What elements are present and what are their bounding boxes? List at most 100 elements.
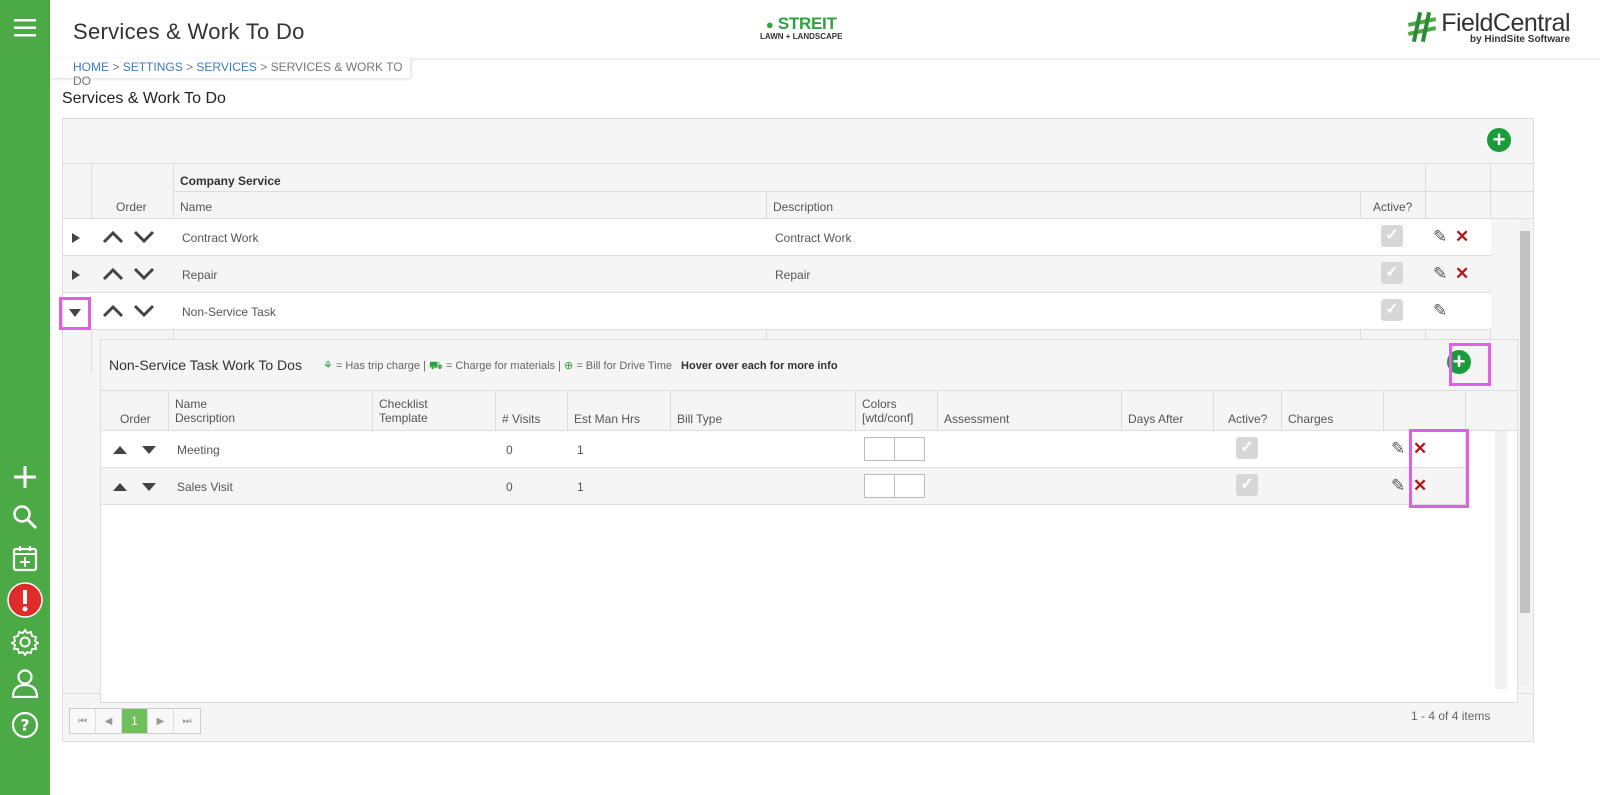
sub-col-bill-type[interactable]: Bill Type xyxy=(677,412,722,426)
hamburger-menu-icon[interactable] xyxy=(0,14,50,42)
row-description: Repair xyxy=(775,268,811,282)
user-icon[interactable] xyxy=(0,668,50,698)
col-header-order: Order xyxy=(116,200,147,214)
row-name: Meeting xyxy=(177,443,220,457)
move-down-icon[interactable] xyxy=(141,482,157,492)
pager-first-button[interactable]: ⏮ xyxy=(70,709,96,733)
sub-col-checklist[interactable]: Checklist Template xyxy=(379,397,428,425)
highlight-box xyxy=(1449,343,1491,386)
table-row[interactable]: Non-Service Task ✓ ✎ xyxy=(63,293,1491,330)
fieldcentral-logo: FieldCentral by HindSite Software xyxy=(1405,10,1570,45)
delete-x-icon[interactable]: ✕ xyxy=(1455,227,1469,247)
breadcrumb-services[interactable]: SERVICES xyxy=(196,60,256,74)
table-row[interactable]: Contract Work Contract Work ✓ ✎ ✕ xyxy=(63,219,1491,256)
row-name: Sales Visit xyxy=(177,480,233,494)
move-down-icon[interactable] xyxy=(133,267,155,281)
hover-hint: Hover over each for more info xyxy=(681,360,838,372)
breadcrumb-home[interactable]: HOME xyxy=(73,60,109,74)
subgrid-title: Non-Service Task Work To Dos xyxy=(109,357,302,373)
pager-summary: 1 - 4 of 4 items xyxy=(1411,709,1491,723)
active-checkbox: ✓ xyxy=(1381,225,1403,247)
trip-charge-icon: ⚘ xyxy=(323,360,333,372)
move-down-icon[interactable] xyxy=(133,230,155,244)
section-title: Services & Work To Do xyxy=(62,90,226,107)
row-name: Contract Work xyxy=(182,231,259,245)
edit-pencil-icon[interactable]: ✎ xyxy=(1433,301,1447,321)
active-checkbox: ✓ xyxy=(1381,262,1403,284)
color-conf-swatch[interactable] xyxy=(894,437,925,461)
sub-col-colors[interactable]: Colors [wtd/conf] xyxy=(862,397,913,425)
calendar-add-icon[interactable] xyxy=(0,543,50,573)
drive-time-icon: ⊕ xyxy=(564,360,574,372)
col-header-name[interactable]: Name xyxy=(180,200,212,214)
brand-name: FieldCentral xyxy=(1441,9,1570,37)
subgrid-scrollbar[interactable] xyxy=(1495,431,1507,689)
move-up-icon[interactable] xyxy=(102,304,124,318)
row-name: Repair xyxy=(182,268,218,282)
move-up-icon[interactable] xyxy=(112,445,128,455)
materials-icon: ⛟ xyxy=(429,360,443,372)
color-wtd-swatch[interactable] xyxy=(864,474,895,498)
add-icon[interactable] xyxy=(0,462,50,492)
help-icon[interactable]: ? xyxy=(0,710,50,740)
move-up-icon[interactable] xyxy=(102,267,124,281)
sub-col-days-after[interactable]: Days After xyxy=(1128,412,1183,426)
sub-col-est-hrs[interactable]: Est Man Hrs xyxy=(574,412,640,426)
work-to-dos-subgrid: Non-Service Task Work To Dos ⚘ = Has tri… xyxy=(100,339,1518,703)
fieldcentral-logo-icon xyxy=(1408,11,1437,43)
pager-page-1[interactable]: 1 xyxy=(122,709,148,733)
page-title: Services & Work To Do xyxy=(73,19,305,44)
edit-pencil-icon[interactable]: ✎ xyxy=(1433,227,1447,247)
legend: ⚘ = Has trip charge | ⛟ = Charge for mat… xyxy=(323,360,838,372)
highlight-box xyxy=(59,297,91,330)
pager-prev-button[interactable]: ◀ xyxy=(96,709,122,733)
row-visits: 0 xyxy=(506,480,513,494)
table-row[interactable]: Meeting 0 1 ✓ ✎ ✕ xyxy=(101,431,1465,468)
delete-x-icon[interactable]: ✕ xyxy=(1455,264,1469,284)
grid-scrollbar[interactable] xyxy=(1519,219,1531,685)
company-logo-tagline: LAWN + LANDSCAPE xyxy=(760,32,843,41)
expand-row-icon[interactable] xyxy=(72,233,80,243)
table-row[interactable]: Repair Repair ✓ ✎ ✕ xyxy=(63,256,1491,293)
sub-col-name[interactable]: Name Description xyxy=(175,397,235,425)
sub-col-active[interactable]: Active? xyxy=(1228,412,1267,426)
breadcrumb-settings[interactable]: SETTINGS xyxy=(123,60,183,74)
pager: ⏮ ◀ 1 ▶ ⏭ xyxy=(69,708,201,734)
move-down-icon[interactable] xyxy=(133,304,155,318)
group-header-company-service: Company Service xyxy=(180,174,281,188)
row-est-hrs: 1 xyxy=(577,443,584,457)
move-down-icon[interactable] xyxy=(141,445,157,455)
pager-last-button[interactable]: ⏭ xyxy=(174,709,200,733)
alert-icon[interactable] xyxy=(0,582,50,618)
sidebar: ? xyxy=(0,0,50,795)
svg-text:?: ? xyxy=(20,716,29,735)
expand-row-icon[interactable] xyxy=(72,270,80,280)
settings-gear-icon[interactable] xyxy=(0,627,50,657)
highlight-box xyxy=(1409,429,1469,508)
edit-pencil-icon[interactable]: ✎ xyxy=(1391,439,1405,459)
sub-col-charges[interactable]: Charges xyxy=(1288,412,1333,426)
edit-pencil-icon[interactable]: ✎ xyxy=(1391,476,1405,496)
move-up-icon[interactable] xyxy=(102,230,124,244)
top-bar: Services & Work To Do ● STREIT LAWN + LA… xyxy=(50,0,1600,58)
pager-next-button[interactable]: ▶ xyxy=(148,709,174,733)
move-up-icon[interactable] xyxy=(112,482,128,492)
color-wtd-swatch[interactable] xyxy=(864,437,895,461)
row-visits: 0 xyxy=(506,443,513,457)
add-icon: + xyxy=(1487,128,1511,152)
add-service-button[interactable]: + xyxy=(1487,128,1511,152)
col-header-description[interactable]: Description xyxy=(773,200,833,214)
col-header-active[interactable]: Active? xyxy=(1373,200,1412,214)
edit-pencil-icon[interactable]: ✎ xyxy=(1433,264,1447,284)
row-description: Contract Work xyxy=(775,231,852,245)
active-checkbox: ✓ xyxy=(1381,299,1403,321)
breadcrumb: HOME > SETTINGS > SERVICES > SERVICES & … xyxy=(50,58,410,88)
active-checkbox: ✓ xyxy=(1236,437,1258,459)
search-icon[interactable] xyxy=(0,502,50,532)
color-conf-swatch[interactable] xyxy=(894,474,925,498)
sub-col-order: Order xyxy=(120,412,151,426)
table-row[interactable]: Sales Visit 0 1 ✓ ✎ ✕ xyxy=(101,468,1465,505)
sub-col-assessment[interactable]: Assessment xyxy=(944,412,1009,426)
row-name: Non-Service Task xyxy=(182,305,276,319)
sub-col-visits[interactable]: # Visits xyxy=(502,412,540,426)
